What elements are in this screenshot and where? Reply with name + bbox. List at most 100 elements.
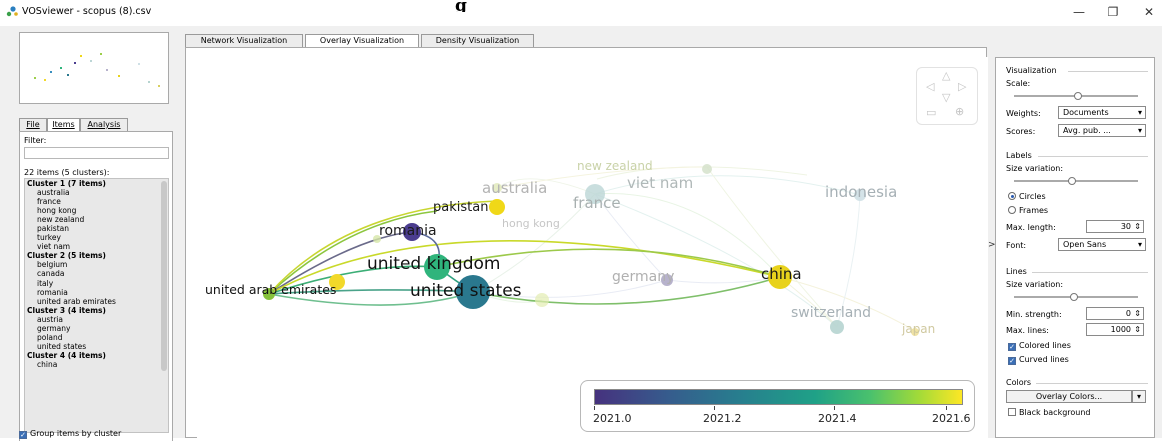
tab-file-label: File — [26, 120, 40, 129]
circles-radio[interactable]: Circles — [1008, 192, 1046, 201]
close-icon[interactable]: ✕ — [1136, 3, 1162, 21]
max-lines-value: 1000 — [1110, 325, 1131, 334]
node-viet-nam[interactable] — [702, 164, 712, 174]
frames-radio[interactable]: Frames — [1008, 206, 1048, 215]
color-scale-tick — [714, 406, 715, 410]
list-item[interactable]: turkey — [25, 233, 168, 242]
color-scale-label: 2021.6 — [932, 412, 971, 425]
labels-section-title: Labels — [1006, 151, 1032, 160]
lines-size-slider[interactable] — [1014, 293, 1138, 301]
label-pakistan: pakistan — [433, 200, 489, 215]
list-item[interactable]: united states — [25, 342, 168, 351]
font-value: Open Sans — [1063, 240, 1107, 249]
scores-select[interactable]: Avg. pub. ... ▾ — [1058, 124, 1146, 137]
tab-analysis[interactable]: Analysis — [80, 118, 128, 132]
node-pakistan[interactable] — [489, 199, 505, 215]
label-romania: romania — [379, 223, 437, 239]
weights-select[interactable]: Documents ▾ — [1058, 106, 1146, 119]
spinner-icon[interactable]: ⇕ — [1134, 308, 1141, 319]
label-viet-nam: viet nam — [627, 174, 694, 192]
pan-left-icon[interactable]: ◁ — [926, 80, 934, 93]
tab-file[interactable]: File — [19, 118, 47, 132]
list-item[interactable] — [25, 369, 168, 378]
pan-up-icon[interactable]: △ — [942, 69, 950, 82]
list-item[interactable]: viet nam — [25, 242, 168, 251]
list-item[interactable]: canada — [25, 269, 168, 278]
label-indonesia: indonesia — [825, 183, 898, 201]
spinner-icon[interactable]: ⇕ — [1134, 324, 1141, 335]
labels-size-slider-knob[interactable] — [1068, 177, 1076, 185]
list-item[interactable]: hong kong — [25, 206, 168, 215]
label-germany: germany — [612, 269, 675, 285]
label-united-arab-emirates: united arab emirates — [205, 282, 337, 297]
network-link — [594, 192, 781, 278]
scores-value: Avg. pub. ... — [1063, 126, 1111, 135]
cluster-header[interactable]: Cluster 3 (4 items) — [25, 306, 168, 315]
chevron-down-icon: ▾ — [1137, 126, 1142, 135]
list-item[interactable]: pakistan — [25, 224, 168, 233]
list-item[interactable]: china — [25, 360, 168, 369]
labels-size-variation-label: Size variation: — [1006, 164, 1064, 173]
node-switzerland[interactable] — [830, 320, 844, 334]
font-label: Font: — [1006, 241, 1027, 250]
vosviewer-app-icon — [6, 6, 18, 17]
lines-size-slider-knob[interactable] — [1070, 293, 1078, 301]
lines-size-variation-label: Size variation: — [1006, 280, 1064, 289]
overlay-colors-button[interactable]: Overlay Colors... — [1006, 390, 1132, 403]
cluster-header[interactable]: Cluster 2 (5 items) — [25, 251, 168, 260]
curved-lines-label: Curved lines — [1019, 355, 1069, 364]
overlay-color-legend: 2021.0 2021.2 2021.4 2021.6 — [580, 380, 975, 432]
tab-overlay-visualization[interactable]: Overlay Visualization — [305, 34, 419, 48]
max-length-spinner[interactable]: 30 ⇕ — [1086, 220, 1144, 233]
items-list[interactable]: Cluster 1 (7 items) australia france hong k… — [24, 178, 169, 433]
frames-label: Frames — [1019, 206, 1049, 215]
zoom-in-icon[interactable]: ⊕ — [955, 105, 964, 118]
list-item[interactable]: new zealand — [25, 215, 168, 224]
list-item[interactable]: australia — [25, 188, 168, 197]
min-strength-spinner[interactable]: 0 ⇕ — [1086, 307, 1144, 320]
black-background-checkbox[interactable]: Black background — [1008, 408, 1091, 417]
network-link — [268, 240, 781, 295]
list-item[interactable]: austria — [25, 315, 168, 324]
pan-down-icon[interactable]: ▽ — [942, 91, 950, 104]
overview-map[interactable] — [19, 32, 169, 104]
list-item[interactable]: romania — [25, 288, 168, 297]
section-divider — [1038, 156, 1148, 157]
list-item[interactable]: belgium — [25, 260, 168, 269]
max-lines-spinner[interactable]: 1000 ⇕ — [1086, 323, 1144, 336]
list-item[interactable]: poland — [25, 333, 168, 342]
minimize-icon[interactable]: — — [1066, 3, 1092, 21]
section-divider — [1068, 71, 1148, 72]
filter-input[interactable] — [24, 147, 169, 159]
cluster-header[interactable]: Cluster 1 (7 items) — [25, 179, 168, 188]
colored-lines-checkbox[interactable]: ✓ Colored lines — [1008, 341, 1071, 351]
pan-right-icon[interactable]: ▷ — [958, 80, 966, 93]
checkbox-checked-icon: ✓ — [1008, 357, 1016, 365]
font-select[interactable]: Open Sans ▾ — [1058, 238, 1146, 251]
zoom-out-icon[interactable]: ▭ — [926, 106, 936, 119]
color-scale-label: 2021.0 — [593, 412, 632, 425]
node-italy[interactable] — [535, 293, 549, 307]
tab-density-visualization[interactable]: Density Visualization — [421, 34, 534, 48]
label-australia: australia — [482, 179, 548, 197]
spinner-icon[interactable]: ⇕ — [1134, 221, 1141, 232]
items-list-scrollbar[interactable] — [161, 181, 167, 371]
list-item[interactable]: united arab emirates — [25, 297, 168, 306]
restore-icon[interactable]: ❐ — [1100, 3, 1126, 21]
zoom-navigation-pad[interactable]: △ ◁ ▷ ▽ ▭ ⊕ — [916, 67, 978, 125]
color-scale-label: 2021.2 — [703, 412, 742, 425]
section-divider — [1032, 272, 1148, 273]
list-item[interactable]: italy — [25, 279, 168, 288]
tab-network-visualization[interactable]: Network Visualization — [185, 34, 303, 48]
list-item[interactable]: france — [25, 197, 168, 206]
overlay-colors-dropdown[interactable]: ▾ — [1132, 390, 1146, 403]
scores-label: Scores: — [1006, 127, 1036, 136]
scale-slider-knob[interactable] — [1074, 92, 1082, 100]
list-item[interactable]: germany — [25, 324, 168, 333]
labels-size-slider[interactable] — [1014, 177, 1138, 185]
curved-lines-checkbox[interactable]: ✓ Curved lines — [1008, 355, 1069, 365]
group-items-label: Group items by cluster — [30, 429, 122, 438]
cluster-header[interactable]: Cluster 4 (4 items) — [25, 351, 168, 360]
scale-slider[interactable] — [1014, 92, 1138, 100]
color-scale-tick — [946, 406, 947, 410]
